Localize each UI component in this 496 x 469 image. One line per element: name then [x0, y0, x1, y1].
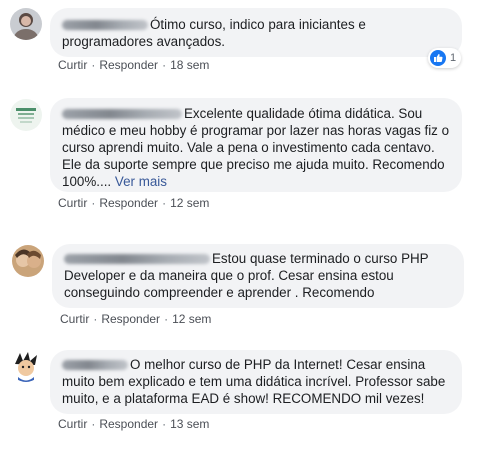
reaction-count[interactable]: 1 [428, 48, 462, 68]
separator: · [91, 196, 96, 210]
timestamp[interactable]: 18 sem [170, 58, 209, 72]
reaction-count-value: 1 [450, 52, 457, 64]
reply-link[interactable]: Responder [99, 196, 158, 210]
comment-actions: Curtir · Responder · 13 sem [58, 417, 209, 431]
timestamp[interactable]: 13 sem [170, 417, 209, 431]
comment-actions: Curtir · Responder · 12 sem [58, 196, 209, 210]
avatar[interactable] [10, 350, 42, 382]
like-icon [430, 50, 446, 66]
comment-bubble: Ótimo curso, indico para iniciantes e pr… [50, 8, 462, 57]
like-link[interactable]: Curtir [60, 312, 89, 326]
timestamp[interactable]: 12 sem [172, 312, 211, 326]
author-name-redacted[interactable] [64, 254, 210, 265]
author-name-redacted[interactable] [62, 20, 148, 31]
separator: · [164, 312, 169, 326]
see-more-link[interactable]: Ver mais [115, 174, 167, 189]
avatar[interactable] [12, 245, 44, 277]
like-link[interactable]: Curtir [58, 58, 87, 72]
separator: · [91, 417, 96, 431]
like-link[interactable]: Curtir [58, 417, 87, 431]
author-name-redacted[interactable] [62, 360, 128, 371]
reply-link[interactable]: Responder [99, 417, 158, 431]
avatar[interactable] [10, 8, 42, 40]
separator: · [162, 417, 167, 431]
separator: · [162, 58, 167, 72]
comment-bubble: O melhor curso de PHP da Internet! Cesar… [50, 350, 462, 414]
comment-bubble: Estou quase terminado o curso PHP Develo… [52, 244, 464, 308]
separator: · [162, 196, 167, 210]
like-link[interactable]: Curtir [58, 196, 87, 210]
reply-link[interactable]: Responder [101, 312, 160, 326]
reply-link[interactable]: Responder [99, 58, 158, 72]
author-name-redacted[interactable] [62, 109, 182, 120]
comment-bubble: Excelente qualidade ótima didática. Sou … [50, 98, 462, 192]
comment-actions: Curtir · Responder · 18 sem [58, 58, 209, 72]
comment-actions: Curtir · Responder · 12 sem [60, 312, 211, 326]
timestamp[interactable]: 12 sem [170, 196, 209, 210]
separator: · [91, 58, 96, 72]
separator: · [93, 312, 98, 326]
avatar[interactable] [10, 99, 42, 131]
